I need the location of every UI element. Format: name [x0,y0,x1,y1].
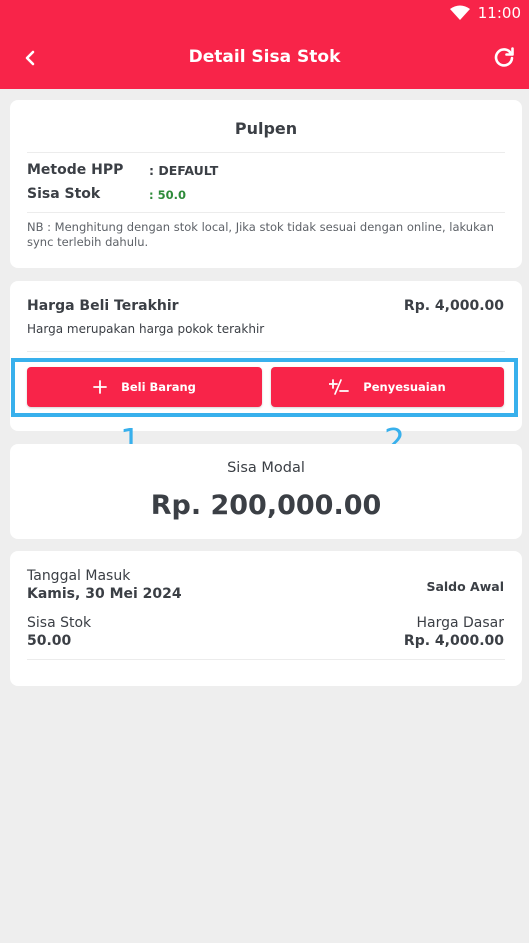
sync-note: NB : Menghitung dengan stok local, Jika … [27,220,494,249]
metode-hpp-label: Metode HPP [27,162,124,178]
page-title: Detail Sisa Stok [188,47,341,67]
divider [27,659,505,660]
status-indicators: 11:00 [449,4,521,22]
tanggal-masuk-label: Tanggal Masuk [27,568,131,584]
divider [27,212,505,213]
harga-dasar-value: Rp. 4,000.00 [403,633,504,649]
penyesuaian-label: Penyesuaian [363,380,446,394]
sisa-modal-label: Sisa Modal [227,460,305,476]
refresh-button[interactable] [491,45,517,71]
harga-beli-label: Harga Beli Terakhir [27,298,179,314]
sisa-modal-card: Sisa Modal Rp. 200,000.00 [10,444,522,539]
entry-type-badge: Saldo Awal [426,579,504,594]
plus-icon [93,380,107,394]
product-info-card: Pulpen Metode HPP : DEFAULT Sisa Stok : … [10,100,522,268]
harga-dasar-label: Harga Dasar [416,615,504,631]
stock-history-card: Tanggal Masuk Kamis, 30 Mei 2024 Saldo A… [10,551,522,686]
beli-barang-label: Beli Barang [121,380,196,394]
status-time: 11:00 [477,4,521,22]
divider [27,351,505,352]
history-sisa-stok-label: Sisa Stok [27,615,92,631]
refresh-icon [494,47,514,67]
sisa-stok-value: : 50.0 [149,188,186,202]
plus-minus-icon [329,379,350,395]
wifi-icon [449,5,470,20]
harga-beli-description: Harga merupakan harga pokok terakhir [27,322,265,336]
status-bar: 11:00 [0,0,529,28]
divider [27,152,505,153]
app-bar: Detail Sisa Stok [0,28,529,89]
sisa-stok-label: Sisa Stok [27,186,101,202]
sisa-modal-value: Rp. 200,000.00 [150,490,382,521]
product-name: Pulpen [234,119,298,138]
history-sisa-stok-value: 50.00 [27,633,72,649]
metode-hpp-value: : DEFAULT [149,163,219,178]
tanggal-masuk-value: Kamis, 30 Mei 2024 [27,586,182,602]
penyesuaian-button[interactable]: Penyesuaian [271,367,504,407]
beli-barang-button[interactable]: Beli Barang [27,367,262,407]
harga-beli-value: Rp. 4,000.00 [403,298,504,314]
